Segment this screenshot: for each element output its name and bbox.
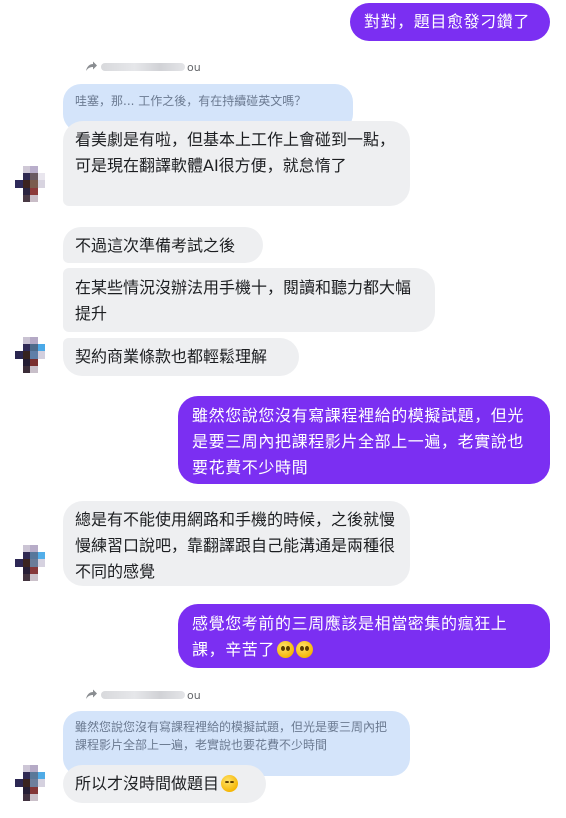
incoming-message[interactable]: 在某些情況沒辦法用手機十，閱讀和聽力都大幅提升 [63,268,435,332]
incoming-message[interactable]: 不過這次準備考試之後 [63,227,263,263]
outgoing-message[interactable]: 對對，題目愈發刁鑽了 [350,3,550,41]
message-text: 雖然您說您沒有寫課程裡給的模擬試題，但光是要三周內把課程影片全部上一遍，老實說也… [192,406,525,477]
message-text: 總是有不能使用網路和手機的時候，之後就慢慢練習口說吧，靠翻譯跟自己能溝通是兩種很… [75,510,396,581]
pleading-face-emoji-icon [277,641,295,658]
message-text: 所以才沒時間做題目 [75,774,220,793]
laughing-emoji-icon [221,775,239,792]
reply-name-suffix: ou [187,688,201,702]
message-text: 看美劇是有啦，但基本上工作上會碰到一點，可是現在翻譯軟體AI很方便，就怠惰了 [75,130,396,175]
message-text: 感覺您考前的三周應該是相當密集的瘋狂上課，辛苦了 [192,614,508,659]
pleading-face-emoji-icon [296,641,314,658]
outgoing-message[interactable]: 感覺您考前的三周應該是相當密集的瘋狂上課，辛苦了 [178,604,550,668]
avatar[interactable] [15,166,45,202]
reply-indicator: ou [84,58,201,76]
outgoing-message[interactable]: 雖然您說您沒有寫課程裡給的模擬試題，但光是要三周內把課程影片全部上一遍，老實說也… [178,396,550,484]
avatar[interactable] [15,765,45,801]
reply-indicator: ou [84,686,201,704]
reply-arrow-icon [86,689,97,699]
message-text: 在某些情況沒辦法用手機十，閱讀和聽力都大幅提升 [75,278,412,323]
reply-arrow-icon [86,61,97,71]
avatar[interactable] [15,545,45,581]
incoming-message[interactable]: 總是有不能使用網路和手機的時候，之後就慢慢練習口說吧，靠翻譯跟自己能溝通是兩種很… [63,501,410,586]
quoted-text: 哇塞，那... 工作之後，有在持續碰英文嗎？ [75,94,307,108]
incoming-message[interactable]: 契約商業條款也都輕鬆理解 [63,338,299,376]
reply-name-redacted [101,63,185,71]
avatar[interactable] [15,337,45,373]
message-text: 對對，題目愈發刁鑽了 [364,12,531,31]
message-text: 契約商業條款也都輕鬆理解 [75,347,268,366]
reply-name-redacted [101,691,185,699]
reply-name-suffix: ou [187,60,201,74]
incoming-message[interactable]: 所以才沒時間做題目 [63,765,266,803]
incoming-message[interactable]: 看美劇是有啦，但基本上工作上會碰到一點，可是現在翻譯軟體AI很方便，就怠惰了 [63,121,410,206]
quoted-text: 雖然您說您沒有寫課程裡給的模擬試題，但光是要三周內把課程影片全部上一遍，老實說也… [75,720,388,752]
message-text: 不過這次準備考試之後 [75,236,236,255]
